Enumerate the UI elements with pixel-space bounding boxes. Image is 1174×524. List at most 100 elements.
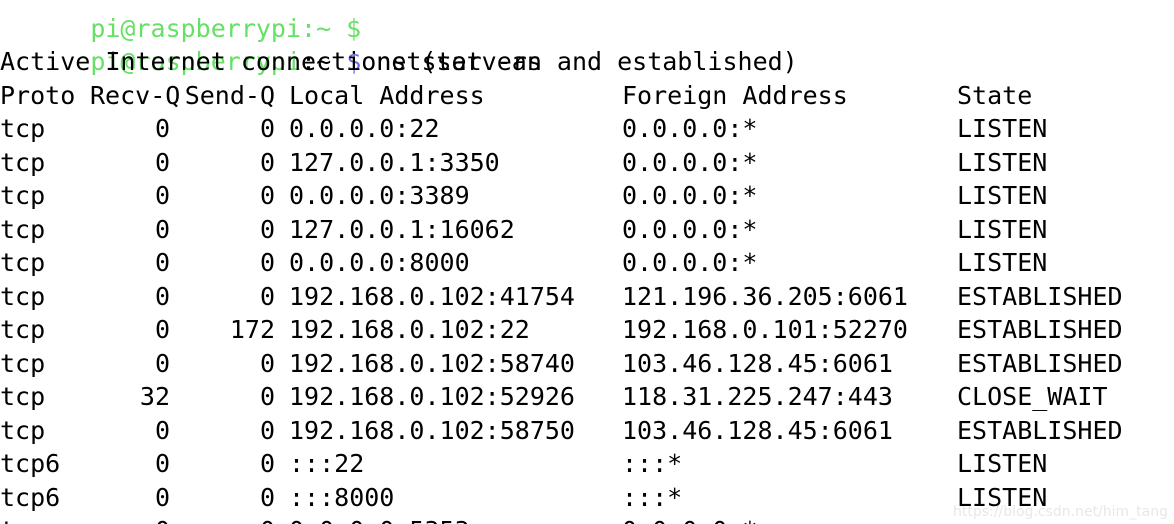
- cell-local-address: 192.168.0.102:22: [289, 315, 530, 344]
- cell-foreign-address: 0.0.0.0:*: [622, 214, 758, 244]
- cell-local-address: 0.0.0.0:22: [289, 114, 440, 143]
- cell-local-address: 192.168.0.102:58740: [289, 348, 575, 378]
- cell-foreign-address: 103.46.128.45:6061: [622, 348, 893, 378]
- terminal-scrollback: pi@raspberrypi:~ $ pi@raspberrypi:~ $ ne…: [0, 0, 1123, 524]
- cell-recv-q: 0: [154, 181, 170, 210]
- cell-local-address: 192.168.0.102:52926: [289, 382, 575, 411]
- cell-state: ESTABLISHED: [957, 348, 1123, 378]
- table-row: tcp 0 172 192.168.0.102:22 192.168.0.101:522…: [0, 313, 1123, 347]
- cell-recv-q: 0: [154, 281, 170, 311]
- netstat-banner: Active Internet connections (servers and…: [0, 47, 798, 76]
- cell-local-address: 127.0.0.1:3350: [289, 147, 500, 177]
- table-row: tcp 0 0 127.0.0.1:3350 0.0.0.0:* LISTEN: [0, 146, 1047, 180]
- table-row: tcp 0 0 192.168.0.102:58740 103.46.128.45:60…: [0, 347, 1123, 381]
- cell-foreign-address: 0.0.0.0:*: [622, 248, 758, 277]
- cell-foreign-address: :::*: [622, 482, 683, 512]
- cell-recv-q: 0: [154, 248, 170, 277]
- clipped-previous-line: pi@raspberrypi:~ $: [0, 0, 798, 43]
- cell-recv-q: 32: [139, 382, 170, 411]
- table-row: tcp 0 0 0.0.0.0:5353 0.0.0.0:*: [0, 514, 798, 524]
- cell-state: CLOSE_WAIT: [957, 382, 1108, 411]
- table-row: tcp 32 0 192.168.0.102:52926 118.31.225.247:…: [0, 380, 1108, 414]
- cell-proto: tcp: [0, 147, 46, 177]
- table-row: tcp 0 0 0.0.0.0:8000 0.0.0.0:* LISTEN: [0, 246, 1047, 280]
- cell-send-q: 0: [259, 415, 275, 445]
- cell-send-q: 0: [259, 482, 275, 512]
- cell-state: LISTEN: [957, 147, 1048, 177]
- table-row: tcp 0 0 192.168.0.102:41754 121.196.36.205:6…: [0, 280, 1123, 314]
- header-send-q: Send-Q: [184, 80, 275, 110]
- cell-local-address: :::22: [289, 449, 365, 478]
- header-state: State: [957, 80, 1033, 110]
- header-proto: Proto: [0, 80, 76, 110]
- cell-state: LISTEN: [957, 482, 1048, 512]
- cell-recv-q: 0: [154, 114, 170, 143]
- cell-proto: tcp: [0, 315, 46, 344]
- cell-foreign-address: :::*: [622, 449, 683, 478]
- cell-send-q: 0: [259, 114, 275, 143]
- cell-recv-q: 0: [154, 348, 170, 378]
- cell-foreign-address: 192.168.0.101:52270: [622, 315, 908, 344]
- cell-proto: tcp: [0, 514, 45, 524]
- cell-send-q: 0: [259, 181, 275, 210]
- header-local-address: Local Address: [289, 80, 485, 110]
- cell-local-address: 0.0.0.0:5353: [289, 514, 470, 524]
- cell-foreign-address: 0.0.0.0:*: [622, 114, 758, 143]
- cell-send-q: 0: [259, 382, 275, 411]
- cell-send-q: 0: [259, 214, 275, 244]
- table-row: tcp6 0 0:::8000:::* LISTEN: [0, 481, 1047, 515]
- cell-send-q: 0: [259, 348, 275, 378]
- header-recv-q: Recv-Q: [90, 80, 181, 110]
- cell-foreign-address: 118.31.225.247:443: [622, 382, 893, 411]
- table-row: tcp 0 0 0.0.0.0:22 0.0.0.0:* LISTEN: [0, 112, 1047, 146]
- table-row: tcp 0 0 127.0.0.1:16062 0.0.0.0:* LISTEN: [0, 213, 1047, 247]
- cell-recv-q: 0: [154, 449, 170, 478]
- cell-proto: tcp: [0, 114, 46, 143]
- cell-state: LISTEN: [957, 248, 1048, 277]
- cell-state: LISTEN: [957, 214, 1048, 244]
- cell-state: LISTEN: [957, 114, 1048, 143]
- table-row: tcp 0 0 0.0.0.0:3389 0.0.0.0:* LISTEN: [0, 179, 1047, 213]
- cell-recv-q: 0: [90, 514, 170, 524]
- cell-proto: tcp: [0, 248, 46, 277]
- cell-proto: tcp: [0, 214, 46, 244]
- cell-local-address: 192.168.0.102:41754: [289, 281, 575, 311]
- terminal-window[interactable]: pi@raspberrypi:~ $ pi@raspberrypi:~ $ ne…: [0, 0, 1174, 524]
- cell-recv-q: 0: [154, 214, 170, 244]
- connection-table-body: tcp 0 0 0.0.0.0:22 0.0.0.0:* LISTEN tcp 0 0 127.0…: [0, 112, 1123, 524]
- cell-state: LISTEN: [957, 181, 1048, 210]
- clipped-prompt-text: pi@raspberrypi:~ $: [90, 13, 377, 43]
- cell-recv-q: 0: [154, 315, 170, 344]
- cell-proto: tcp: [0, 181, 46, 210]
- cell-proto: tcp6: [0, 449, 61, 478]
- cell-send-q: 0: [183, 514, 275, 524]
- cell-send-q: 0: [259, 449, 275, 478]
- cell-state: ESTABLISHED: [957, 281, 1123, 311]
- cell-local-address: 0.0.0.0:8000: [289, 248, 470, 277]
- cell-proto: tcp: [0, 348, 46, 378]
- cell-proto: tcp6: [0, 482, 61, 512]
- cell-proto: tcp: [0, 415, 46, 445]
- cell-state: LISTEN: [957, 449, 1048, 478]
- cell-foreign-address: 0.0.0.0:*: [622, 147, 758, 177]
- cell-local-address: 0.0.0.0:3389: [289, 181, 470, 210]
- cell-foreign-address: 0.0.0.0:*: [622, 181, 758, 210]
- cell-state: ESTABLISHED: [957, 315, 1123, 344]
- cell-local-address: :::8000: [289, 482, 395, 512]
- cell-foreign-address: 121.196.36.205:6061: [622, 281, 908, 311]
- table-row: tcp6 0 0:::22:::* LISTEN: [0, 447, 1047, 481]
- cell-send-q: 0: [259, 147, 275, 177]
- table-header-row: Proto Recv-Q Send-Q Local Address Foreig…: [0, 79, 1032, 113]
- cell-send-q: 172: [229, 315, 275, 344]
- cell-proto: tcp: [0, 382, 46, 411]
- header-foreign-address: Foreign Address: [622, 80, 848, 110]
- cell-foreign-address: 103.46.128.45:6061: [622, 415, 893, 445]
- cell-state: ESTABLISHED: [957, 415, 1123, 445]
- cell-recv-q: 0: [154, 482, 170, 512]
- cell-local-address: 127.0.0.1:16062: [289, 214, 515, 244]
- cell-local-address: 192.168.0.102:58750: [289, 415, 575, 445]
- cell-send-q: 0: [259, 281, 275, 311]
- cell-recv-q: 0: [154, 147, 170, 177]
- cell-send-q: 0: [259, 248, 275, 277]
- cell-proto: tcp: [0, 281, 46, 311]
